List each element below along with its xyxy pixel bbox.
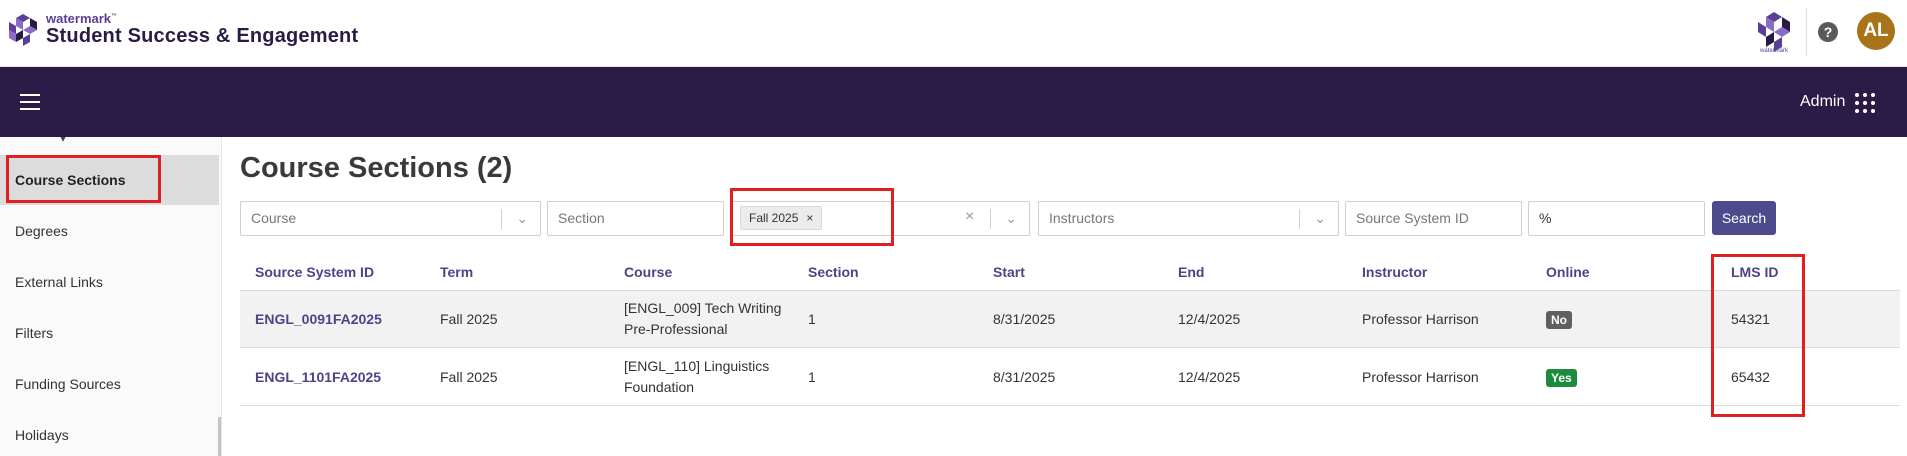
col-source-system-id[interactable]: Source System ID — [255, 264, 374, 280]
source-system-id-link[interactable]: ENGL_0091FA2025 — [255, 309, 382, 330]
start-cell: 8/31/2025 — [993, 311, 1056, 327]
source-system-id-placeholder: Source System ID — [1356, 210, 1469, 226]
table-row: ENGL_0091FA2025 Fall 2025 [ENGL_009] Tec… — [240, 291, 1900, 348]
table-header: Source System ID Term Course Section Sta… — [240, 254, 1900, 291]
annotation-box-term — [730, 188, 894, 246]
section-cell: 1 — [808, 311, 816, 327]
start-cell: 8/31/2025 — [993, 369, 1056, 385]
chevron-down-icon[interactable]: ⌄ — [1005, 202, 1017, 235]
chevron-down-icon[interactable]: ⌄ — [516, 202, 528, 235]
page-title: Course Sections (2) — [240, 152, 513, 184]
course-cell-line1: [ENGL_110] Linguistics — [624, 358, 770, 374]
right-logo-caption: watermark — [1759, 48, 1788, 54]
section-input[interactable]: Section — [547, 201, 724, 236]
section-placeholder: Section — [558, 210, 605, 226]
course-cell: [ENGL_110] Linguistics Foundation — [624, 356, 769, 398]
sidebar-item-degrees[interactable]: Degrees — [0, 206, 219, 256]
course-cell-line2: Pre-Professional — [624, 321, 728, 337]
lms-id-value: % — [1539, 210, 1552, 226]
instructors-select[interactable]: Instructors ⌄ — [1038, 201, 1339, 236]
term-cell: Fall 2025 — [440, 311, 498, 327]
col-instructor[interactable]: Instructor — [1362, 264, 1427, 280]
instructors-placeholder: Instructors — [1049, 210, 1115, 226]
sidebar-item-filters[interactable]: Filters — [0, 308, 219, 358]
clear-selection-icon[interactable]: × — [965, 208, 974, 226]
course-cell-line2: Foundation — [624, 379, 695, 395]
course-placeholder: Course — [251, 210, 297, 226]
annotation-box-sidebar — [6, 155, 161, 203]
online-status-badge: No — [1546, 311, 1572, 329]
term-cell: Fall 2025 — [440, 369, 498, 385]
app-grid-icon[interactable] — [1855, 93, 1875, 113]
col-end[interactable]: End — [1178, 264, 1204, 280]
col-start[interactable]: Start — [993, 264, 1025, 280]
col-section[interactable]: Section — [808, 264, 859, 280]
hamburger-menu-icon[interactable] — [20, 94, 40, 110]
course-select[interactable]: Course ⌄ — [240, 201, 541, 236]
course-cell-line1: [ENGL_009] Tech Writing — [624, 300, 782, 316]
chevron-down-icon[interactable]: ⌄ — [1314, 202, 1326, 235]
instructor-cell: Professor Harrison — [1362, 311, 1479, 327]
table-row: ENGL_1101FA2025 Fall 2025 [ENGL_110] Lin… — [240, 349, 1900, 406]
course-cell: [ENGL_009] Tech Writing Pre-Professional — [624, 298, 781, 340]
lms-id-input[interactable]: % — [1528, 201, 1705, 236]
col-online[interactable]: Online — [1546, 264, 1590, 280]
sidebar-clipped-item: ▾ — [60, 137, 67, 145]
brand-wordmark: watermark™ — [46, 11, 118, 26]
role-label[interactable]: Admin — [1800, 93, 1845, 111]
col-term[interactable]: Term — [440, 264, 473, 280]
end-cell: 12/4/2025 — [1178, 311, 1241, 327]
app-title: Student Success & Engagement — [46, 25, 359, 47]
top-header: watermark™ Student Success & Engagement … — [0, 0, 1907, 67]
sidebar-item-holidays[interactable]: Holidays — [0, 410, 219, 456]
search-button[interactable]: Search — [1712, 201, 1776, 235]
source-system-id-link[interactable]: ENGL_1101FA2025 — [255, 367, 381, 388]
watermark-logo-icon — [9, 14, 37, 46]
sidebar-scrollbar[interactable] — [218, 417, 221, 456]
help-icon[interactable]: ? — [1818, 22, 1838, 42]
main-navbar: Admin — [0, 67, 1907, 137]
source-system-id-input[interactable]: Source System ID — [1345, 201, 1522, 236]
sidebar-item-funding-sources[interactable]: Funding Sources — [0, 359, 219, 409]
sidebar-item-external-links[interactable]: External Links — [0, 257, 219, 307]
instructor-cell: Professor Harrison — [1362, 369, 1479, 385]
header-divider — [1806, 8, 1807, 56]
col-course[interactable]: Course — [624, 264, 672, 280]
online-status-badge: Yes — [1546, 369, 1577, 387]
end-cell: 12/4/2025 — [1178, 369, 1241, 385]
section-cell: 1 — [808, 369, 816, 385]
annotation-box-lms-id — [1711, 254, 1805, 417]
user-avatar[interactable]: AL — [1857, 12, 1895, 50]
